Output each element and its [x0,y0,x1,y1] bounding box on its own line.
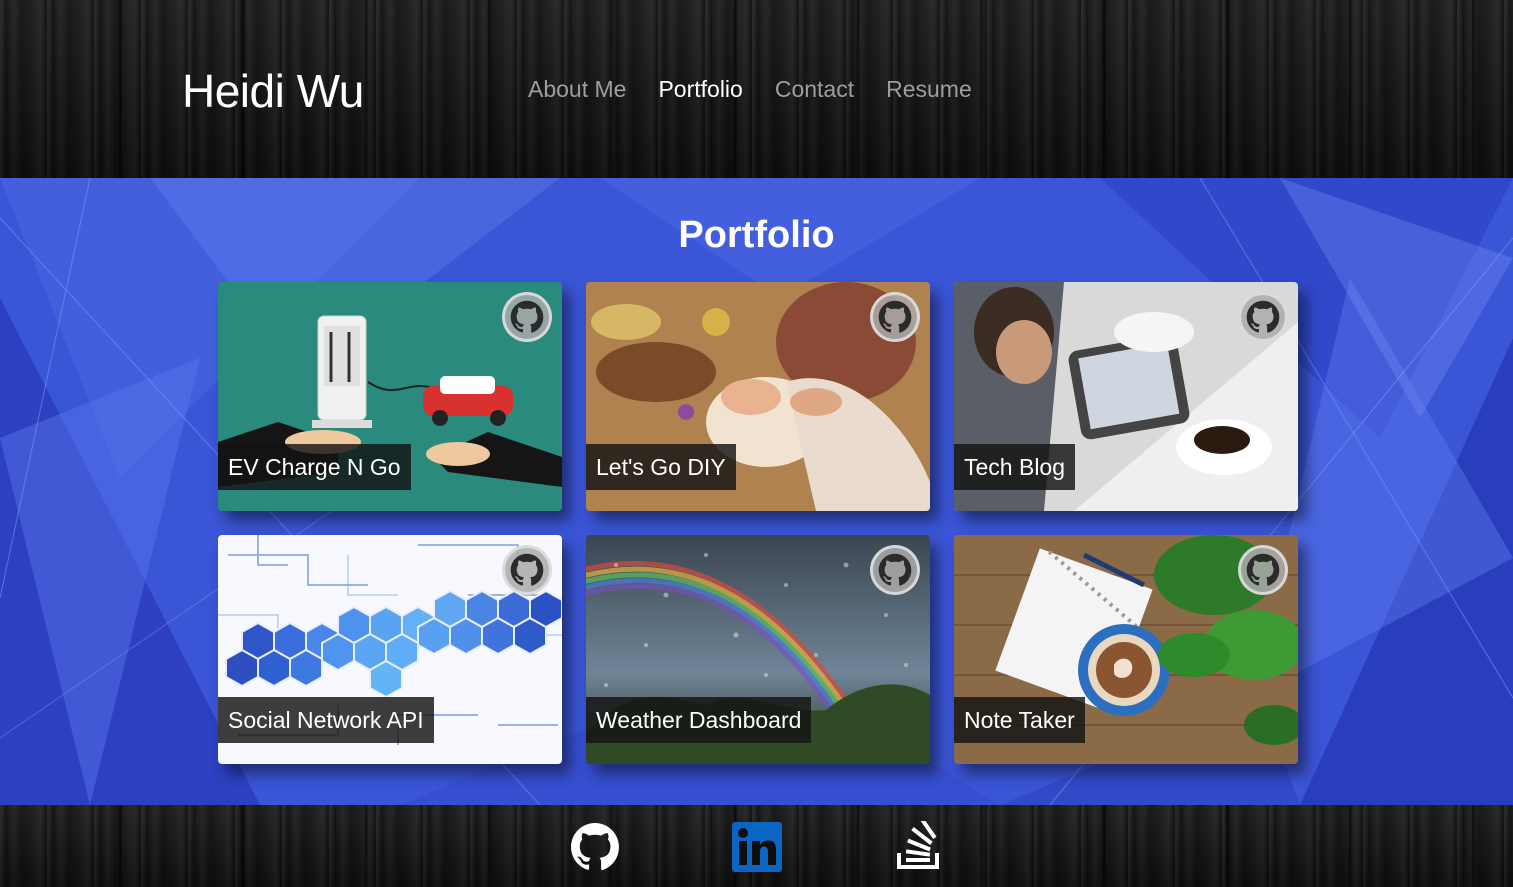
github-link[interactable] [569,821,621,873]
nav-resume[interactable]: Resume [886,76,972,103]
linkedin-icon [732,822,782,872]
project-title: Tech Blog [954,444,1076,490]
nav-about-me[interactable]: About Me [528,76,626,103]
github-icon [571,823,619,871]
site-footer [0,805,1513,887]
project-title: Weather Dashboard [586,697,812,743]
project-card-social-network[interactable]: Social Network API [218,535,562,764]
nav-contact[interactable]: Contact [775,76,854,103]
brand-name[interactable]: Heidi Wu [182,64,364,118]
stackoverflow-icon [897,821,939,869]
github-icon [510,300,544,333]
project-title: Note Taker [954,697,1085,743]
project-card-ev-charge[interactable]: EV Charge N Go [218,282,562,511]
project-title: EV Charge N Go [218,444,411,490]
linkedin-link[interactable] [731,821,783,873]
github-icon [510,553,544,586]
github-link[interactable] [502,292,552,342]
site-header: Heidi Wu About Me Portfolio Contact Resu… [0,0,1513,178]
github-icon [878,300,912,333]
project-title: Let's Go DIY [586,444,736,490]
nav-portfolio[interactable]: Portfolio [658,76,742,103]
github-link[interactable] [870,545,920,595]
github-link[interactable] [1238,545,1288,595]
project-card-diy[interactable]: Let's Go DIY [586,282,930,511]
project-title: Social Network API [218,697,434,743]
main-nav: About Me Portfolio Contact Resume [528,76,972,103]
project-card-tech-blog[interactable]: Tech Blog [954,282,1298,511]
github-link[interactable] [870,292,920,342]
github-link[interactable] [1238,292,1288,342]
project-card-weather[interactable]: Weather Dashboard [586,535,930,764]
github-icon [1246,553,1280,586]
section-title: Portfolio [678,214,835,256]
github-icon [1246,300,1280,333]
github-link[interactable] [502,545,552,595]
project-card-note-taker[interactable]: Note Taker [954,535,1298,764]
github-icon [878,553,912,586]
stackoverflow-link[interactable] [893,821,945,873]
portfolio-section: Portfolio EV Charge N Go Let's Go DIY Te… [0,178,1513,805]
